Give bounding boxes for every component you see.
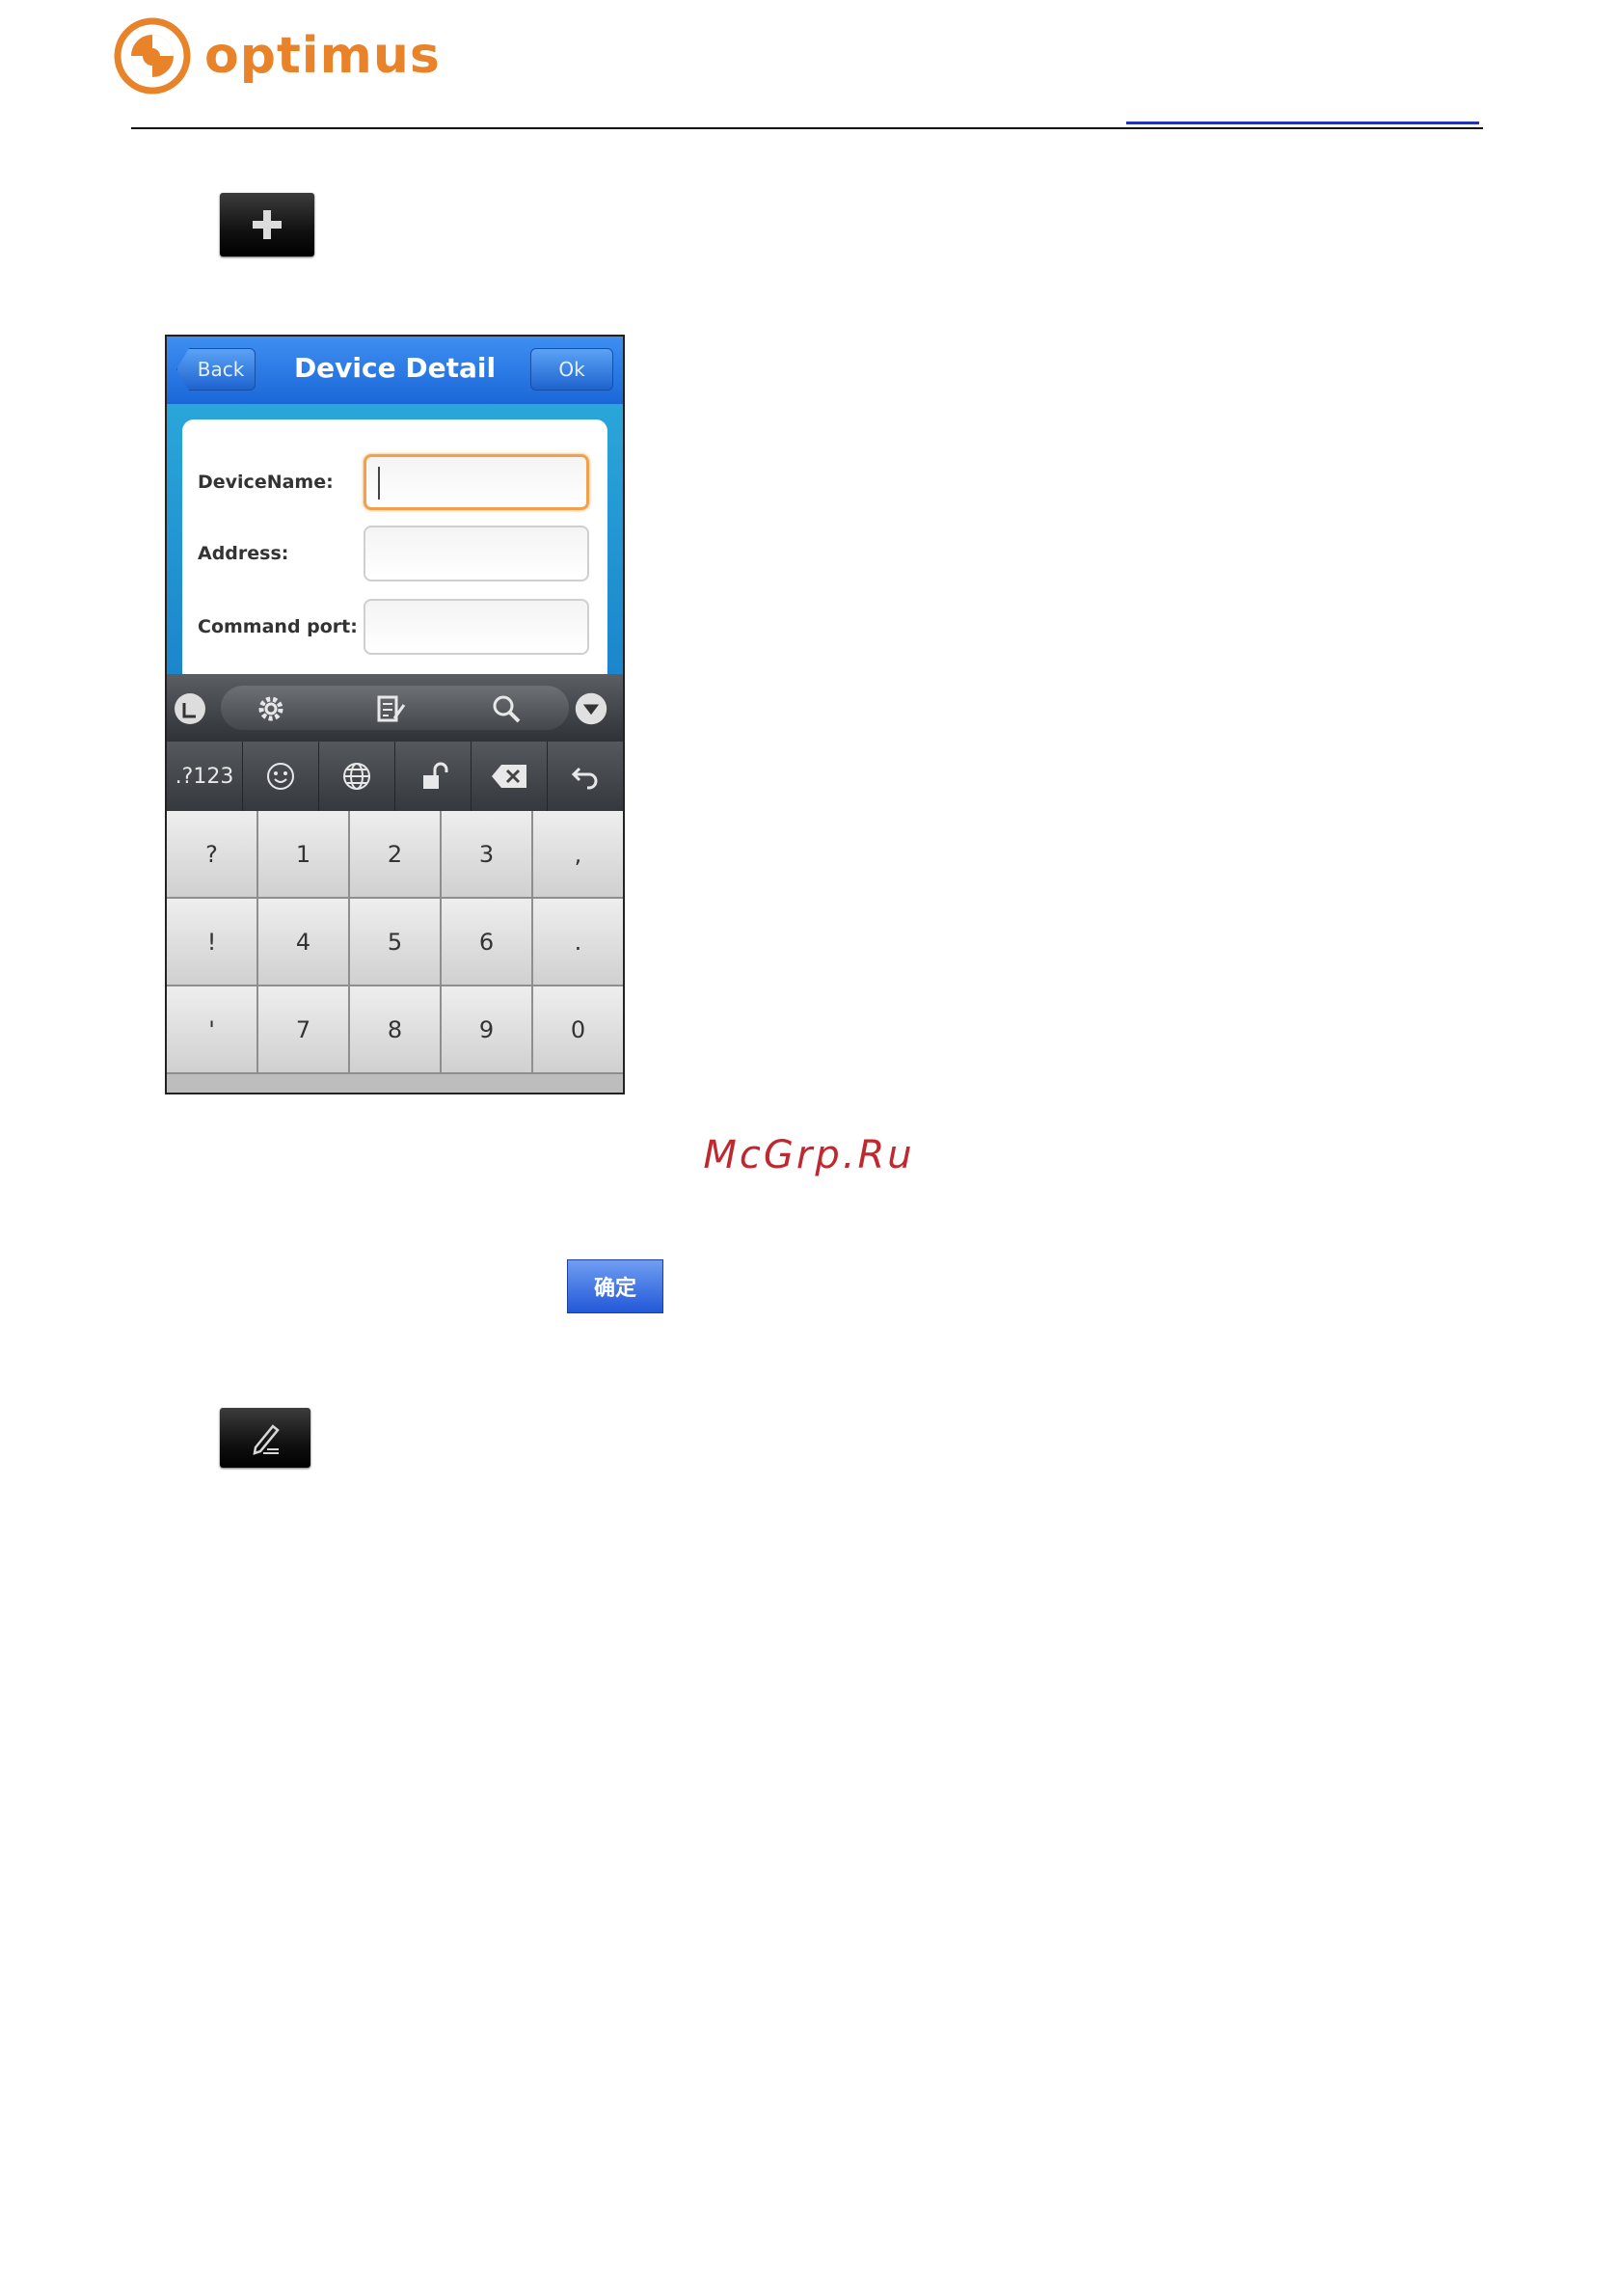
enter-return-icon[interactable]	[548, 742, 623, 811]
unlock-icon[interactable]	[395, 742, 472, 811]
field-row-device-name: DeviceName:	[198, 454, 592, 510]
field-row-command-port: Command port:	[198, 599, 592, 655]
form-area: DeviceName: Address: Command port:	[167, 404, 623, 709]
numeric-keypad: ? 1 2 3 , ! 4 5 6 . ' 7 8 9 0	[167, 811, 623, 1093]
key[interactable]: !	[167, 899, 258, 986]
device-name-input[interactable]	[364, 454, 589, 510]
watermark-text: McGrp.Ru	[703, 1133, 915, 1177]
field-row-address: Address:	[198, 526, 592, 581]
address-input[interactable]	[364, 526, 589, 581]
backspace-icon[interactable]	[472, 742, 548, 811]
header-link-underline	[1126, 122, 1479, 124]
mode-switch-key[interactable]: .?123	[167, 742, 243, 811]
device-form: DeviceName: Address: Command port:	[182, 419, 607, 709]
brand-name: optimus	[204, 27, 441, 85]
keyboard-function-row: .?123	[167, 742, 623, 811]
key[interactable]: 8	[350, 986, 442, 1074]
key[interactable]: 5	[350, 899, 442, 986]
device-name-label: DeviceName:	[198, 472, 334, 493]
key[interactable]: ,	[533, 811, 623, 899]
logo-aperture-icon	[114, 17, 191, 95]
keyboard-toolbar	[167, 674, 623, 742]
key[interactable]: 2	[350, 811, 442, 899]
settings-gear-icon[interactable]	[254, 691, 288, 726]
key[interactable]: .	[533, 899, 623, 986]
phone-screenshot: Back Device Detail Ok DeviceName: Addres…	[165, 335, 625, 1094]
header-divider	[131, 127, 1483, 129]
key[interactable]: 9	[442, 986, 533, 1074]
key[interactable]: '	[167, 986, 258, 1074]
edit-device-button[interactable]	[220, 1408, 310, 1468]
plus-icon	[253, 210, 282, 239]
key[interactable]: ?	[167, 811, 258, 899]
address-label: Address:	[198, 543, 289, 564]
key-row: ' 7 8 9 0	[167, 986, 623, 1074]
emoji-icon[interactable]	[243, 742, 319, 811]
key[interactable]: 3	[442, 811, 533, 899]
confirm-button[interactable]: 确定	[567, 1259, 663, 1313]
add-device-button[interactable]	[220, 193, 314, 257]
ok-button[interactable]: Ok	[530, 348, 613, 391]
key[interactable]: 0	[533, 986, 623, 1074]
key[interactable]: 6	[442, 899, 533, 986]
key[interactable]: 7	[258, 986, 350, 1074]
pencil-icon	[253, 1424, 280, 1455]
command-port-label: Command port:	[198, 616, 358, 637]
globe-icon[interactable]	[319, 742, 395, 811]
brand-logo: optimus	[114, 15, 441, 96]
key-row: ? 1 2 3 ,	[167, 811, 623, 899]
text-caret	[378, 467, 380, 500]
edit-text-icon[interactable]	[373, 691, 408, 726]
hide-keyboard-icon[interactable]	[574, 691, 608, 726]
swype-icon[interactable]	[173, 691, 207, 726]
search-icon[interactable]	[489, 691, 524, 726]
key[interactable]: 1	[258, 811, 350, 899]
key[interactable]: 4	[258, 899, 350, 986]
command-port-input[interactable]	[364, 599, 589, 655]
title-bar: Back Device Detail Ok	[167, 337, 623, 404]
key-row: ! 4 5 6 .	[167, 899, 623, 986]
